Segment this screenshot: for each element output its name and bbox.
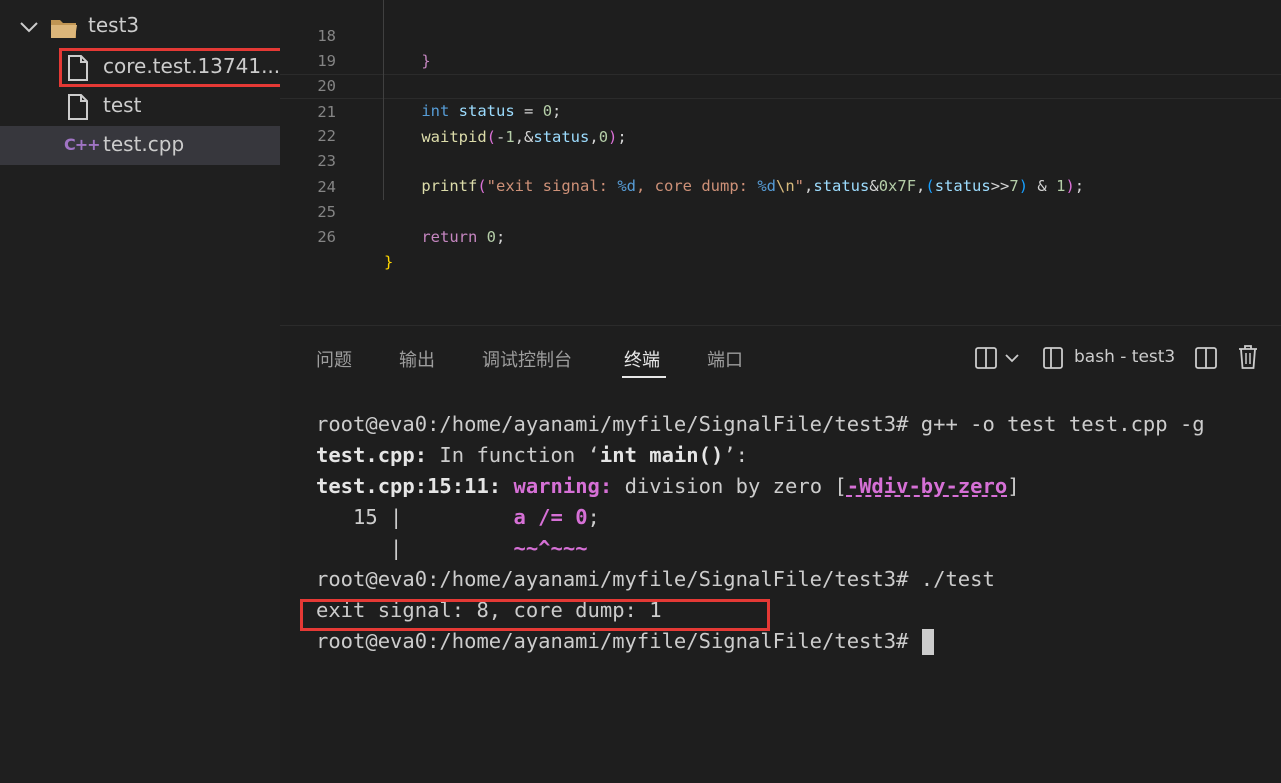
file-row-test[interactable]: test: [0, 87, 280, 126]
trash-icon[interactable]: [1237, 344, 1259, 370]
file-label: core.test.13741...: [103, 54, 281, 78]
code-line: 22: [280, 99, 1281, 145]
text: In function ‘: [427, 443, 600, 467]
terminal-line: root@eva0:/home/ayanami/myfile/SignalFil…: [316, 564, 995, 595]
function-name: int main(): [599, 443, 724, 467]
file-row-core[interactable]: core.test.13741...: [0, 48, 280, 87]
open-folder-icon: [51, 20, 77, 38]
code-editor[interactable]: 18 } 19 20 int status = 0; 21 waitpid(-1…: [280, 0, 1281, 325]
source-snippet: a /= 0: [513, 505, 588, 529]
file-label: test: [103, 93, 142, 117]
warning-flag[interactable]: -Wdiv-by-zero: [847, 474, 1007, 498]
code-line: 19: [280, 24, 1281, 70]
chevron-down-icon: [20, 22, 38, 33]
terminal-line: root@eva0:/home/ayanami/myfile/SignalFil…: [316, 409, 1205, 440]
terminal-layout-icon: [1043, 347, 1063, 369]
terminal-line: 15 | a /= 0;: [316, 502, 600, 533]
terminal-line: test.cpp:15:11: warning: division by zer…: [316, 471, 1020, 502]
text: ’:: [723, 443, 748, 467]
tab-output[interactable]: 输出: [399, 346, 435, 372]
code-line: 26 }: [280, 200, 1281, 271]
indent-guide: [383, 0, 384, 200]
file-label: test.cpp: [103, 132, 185, 156]
source-line-number: 15 |: [316, 505, 514, 529]
folder-row-test3[interactable]: test3: [0, 7, 280, 46]
split-terminal-icon[interactable]: [974, 346, 998, 370]
explorer-sidebar: test3 core.test.13741... test C++ test.c…: [0, 0, 280, 782]
tab-debug-console[interactable]: 调试控制台: [482, 346, 572, 372]
text: division by zero [: [612, 474, 847, 498]
tab-terminal[interactable]: 终端: [624, 346, 660, 372]
terminal-instance-label[interactable]: bash - test3: [1074, 347, 1175, 367]
prompt: root@eva0:/home/ayanami/myfile/SignalFil…: [316, 567, 909, 591]
terminal-line: | ~~^~~~: [316, 533, 588, 564]
file-icon: [68, 94, 88, 120]
line-number: 26: [317, 228, 336, 246]
terminal-cursor: [921, 629, 934, 655]
file-icon: [68, 55, 88, 81]
code-line: 23 printf("exit signal: %d, core dump: %…: [280, 124, 1281, 195]
code-line: 20 int status = 0;: [280, 49, 1281, 120]
text: ]: [1007, 474, 1020, 498]
active-tab-indicator: [622, 376, 666, 378]
command: ./test: [908, 567, 995, 591]
code-line-current: 21 waitpid(-1,&status,0);: [280, 74, 1281, 146]
command: g++ -o test test.cpp -g: [908, 412, 1205, 436]
split-icon[interactable]: [1194, 346, 1218, 370]
tab-problems[interactable]: 问题: [316, 346, 352, 372]
terminal-line: root@eva0:/home/ayanami/myfile/SignalFil…: [316, 626, 934, 657]
error-marker: ~~^~~~: [513, 536, 588, 560]
warning-label: warning:: [501, 474, 613, 498]
terminal-line: exit signal: 8, core dump: 1: [316, 595, 662, 626]
text: |: [316, 536, 514, 560]
prompt: root@eva0:/home/ayanami/myfile/SignalFil…: [316, 412, 909, 436]
cpp-icon: C++: [64, 135, 101, 154]
program-output: exit signal: 8, core dump: 1: [316, 598, 662, 622]
folder-label: test3: [88, 13, 140, 37]
code-line: 18 }: [280, 0, 1281, 70]
code-line: 24: [280, 150, 1281, 196]
chevron-down-icon[interactable]: [1004, 352, 1020, 364]
code-line: 25 return 0;: [280, 175, 1281, 246]
tab-ports[interactable]: 端口: [707, 346, 743, 372]
location: test.cpp:15:11:: [316, 474, 502, 498]
text: ;: [587, 505, 600, 529]
file-ref: test.cpp:: [316, 443, 428, 467]
file-row-test-cpp[interactable]: C++ test.cpp: [0, 126, 280, 165]
terminal-line: test.cpp: In function ‘int main()’:: [316, 440, 748, 471]
prompt: root@eva0:/home/ayanami/myfile/SignalFil…: [316, 629, 909, 653]
